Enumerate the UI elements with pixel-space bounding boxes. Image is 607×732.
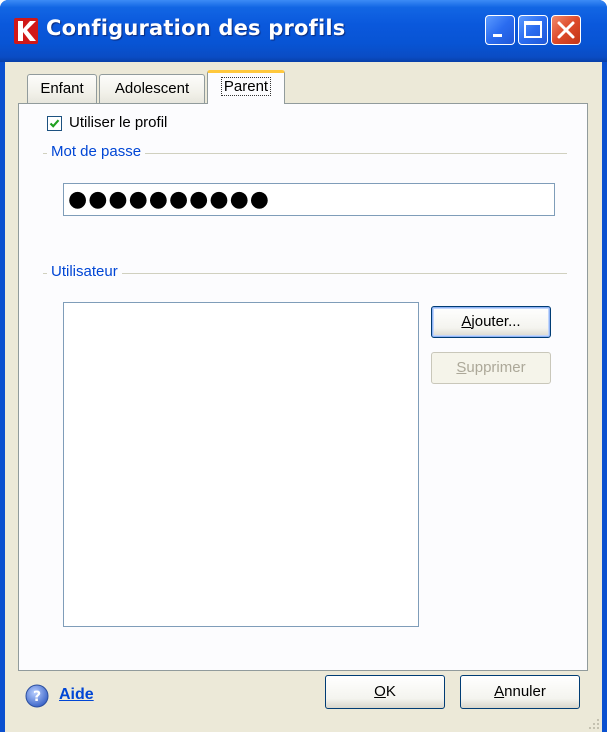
cancel-button[interactable]: Annuler bbox=[460, 675, 580, 709]
close-button[interactable] bbox=[551, 15, 581, 45]
tab-label: Adolescent bbox=[114, 80, 190, 97]
add-user-button[interactable]: Ajouter... bbox=[431, 306, 551, 338]
checkmark-icon bbox=[49, 119, 60, 128]
tab-label: Enfant bbox=[40, 80, 84, 97]
help-link[interactable]: Aide bbox=[59, 686, 94, 704]
maximize-icon bbox=[524, 21, 542, 38]
tab-panel-parent: Utiliser le profil Mot de passe ●●●●●●●●… bbox=[18, 103, 588, 671]
tab-enfant[interactable]: Enfant bbox=[27, 74, 97, 104]
dialog-window: Configuration des profils Enfant Adolesc… bbox=[0, 0, 607, 732]
use-profile-label: Utiliser le profil bbox=[69, 114, 168, 131]
resize-grip-icon[interactable] bbox=[586, 716, 600, 730]
use-profile-checkbox[interactable] bbox=[47, 116, 62, 131]
password-group-label: Mot de passe bbox=[47, 143, 146, 160]
ok-button[interactable]: OK bbox=[325, 675, 445, 709]
minimize-button[interactable] bbox=[485, 15, 515, 45]
kaspersky-k-icon bbox=[14, 18, 38, 44]
close-icon bbox=[557, 21, 575, 39]
tab-parent[interactable]: Parent bbox=[207, 70, 285, 104]
password-input[interactable]: ●●●●●●●●●● bbox=[63, 183, 555, 216]
tab-adolescent[interactable]: Adolescent bbox=[99, 74, 205, 104]
tab-label: Parent bbox=[220, 77, 272, 96]
user-listbox[interactable] bbox=[63, 302, 419, 627]
remove-user-button[interactable]: Supprimer bbox=[431, 352, 551, 384]
user-group-label: Utilisateur bbox=[47, 263, 122, 280]
dialog-body: Enfant Adolescent Parent Utiliser le pro… bbox=[5, 62, 602, 732]
window-title: Configuration des profils bbox=[46, 16, 346, 40]
svg-text:?: ? bbox=[33, 689, 41, 705]
title-bar[interactable]: Configuration des profils bbox=[0, 0, 607, 62]
minimize-icon bbox=[493, 34, 502, 37]
maximize-button[interactable] bbox=[518, 15, 548, 45]
help-question-icon: ? bbox=[25, 684, 49, 708]
